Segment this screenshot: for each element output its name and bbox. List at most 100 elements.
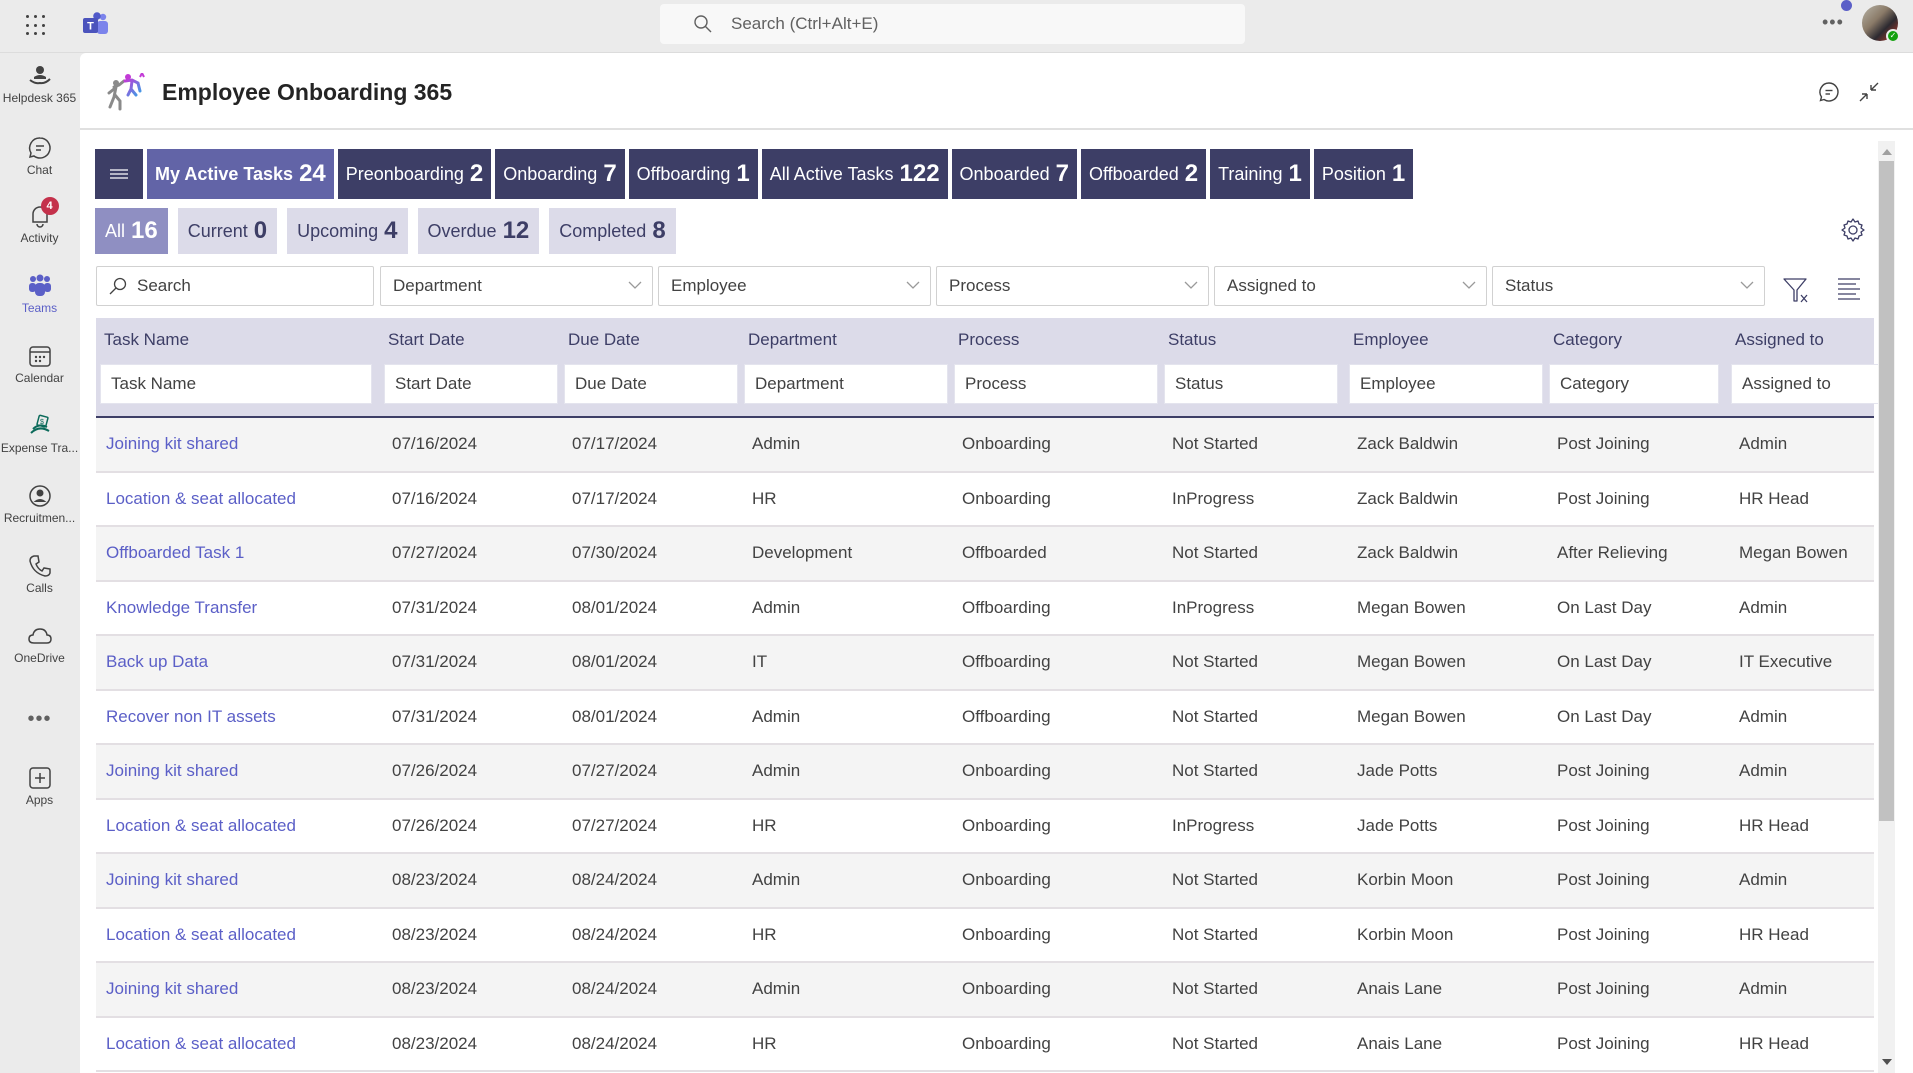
- table-row[interactable]: Joining kit shared 08/23/2024 08/24/2024 Ad…: [96, 854, 1874, 909]
- column-header-due-date[interactable]: Due Date: [568, 330, 640, 350]
- gear-icon[interactable]: [1839, 216, 1867, 244]
- sidebar-item-calls[interactable]: Calls: [0, 553, 79, 595]
- subtab-current[interactable]: Current 0: [177, 208, 278, 254]
- table-row[interactable]: Location & seat allocated 07/26/2024 07/27…: [96, 799, 1874, 854]
- subtab-label: Overdue: [427, 220, 497, 241]
- search-input[interactable]: Search: [96, 266, 374, 306]
- task-link[interactable]: Location & seat allocated: [106, 800, 296, 852]
- notification-dot: [1841, 0, 1852, 11]
- sidebar-item-activity[interactable]: 4 Activity: [0, 197, 79, 245]
- menu-button[interactable]: [95, 149, 143, 199]
- task-link[interactable]: Knowledge Transfer: [106, 582, 257, 634]
- tab-position[interactable]: Position 1: [1313, 149, 1414, 199]
- more-apps-icon[interactable]: •••: [0, 708, 79, 731]
- column-filter-process[interactable]: Process: [954, 364, 1158, 404]
- sidebar-item-teams[interactable]: Teams: [0, 273, 79, 315]
- scroll-up-arrow-icon[interactable]: [1882, 149, 1892, 155]
- task-link[interactable]: Joining kit shared: [106, 418, 238, 470]
- task-link[interactable]: Location & seat allocated: [106, 473, 296, 525]
- tab-offboarded[interactable]: Offboarded 2: [1080, 149, 1207, 199]
- department-dropdown[interactable]: Department: [380, 266, 653, 306]
- subtab-upcoming[interactable]: Upcoming 4: [287, 208, 408, 254]
- table-row[interactable]: Joining kit shared 07/16/2024 07/17/2024 Ad…: [96, 418, 1874, 473]
- cell-start-date: 07/31/2024: [392, 706, 478, 726]
- tab-onboarded[interactable]: Onboarded 7: [951, 149, 1077, 199]
- table-row[interactable]: Knowledge Transfer 07/31/2024 08/01/2024 Ad…: [96, 581, 1874, 636]
- tab-my-active-tasks[interactable]: My Active Tasks 24: [147, 149, 334, 199]
- assigned-to-dropdown[interactable]: Assigned to: [1214, 266, 1487, 306]
- tab-onboarding[interactable]: Onboarding 7: [495, 149, 625, 199]
- sidebar-item-helpdesk[interactable]: Helpdesk 365: [0, 63, 79, 105]
- column-filter-status[interactable]: Status: [1164, 364, 1338, 404]
- employee-dropdown[interactable]: Employee: [658, 266, 931, 306]
- table-row[interactable]: Joining kit shared 08/23/2024 08/24/2024 Ad…: [96, 963, 1874, 1018]
- avatar[interactable]: ✓: [1862, 5, 1900, 43]
- task-link[interactable]: Joining kit shared: [106, 745, 238, 797]
- column-filter-due-date[interactable]: Due Date: [564, 364, 738, 404]
- scroll-down-arrow-icon[interactable]: [1882, 1059, 1892, 1065]
- column-filter-assigned-to[interactable]: Assigned to: [1731, 364, 1881, 404]
- cell-status: Not Started: [1172, 761, 1258, 780]
- sidebar-item-label: Helpdesk 365: [2, 91, 77, 105]
- subtab-all[interactable]: All 16: [95, 208, 168, 254]
- sidebar-item-chat[interactable]: Chat: [0, 135, 79, 177]
- more-icon[interactable]: •••: [1822, 12, 1844, 33]
- column-options-icon[interactable]: [1836, 275, 1862, 301]
- hamburger-icon: [110, 169, 128, 179]
- table-row[interactable]: Recover non IT assets 07/31/2024 08/01/202…: [96, 690, 1874, 745]
- subtab-overdue[interactable]: Overdue 12: [417, 208, 540, 254]
- cell-due-date: 07/27/2024: [572, 761, 658, 780]
- task-link[interactable]: Recover non IT assets: [106, 691, 276, 743]
- cell-employee: Korbin Moon: [1357, 870, 1454, 889]
- sidebar-item-apps[interactable]: Apps: [0, 765, 79, 807]
- column-filter-task-name[interactable]: Task Name: [100, 364, 372, 404]
- sidebar-item-recruitment[interactable]: Recruitmen...: [0, 483, 79, 525]
- task-link[interactable]: Back up Data: [106, 636, 208, 688]
- column-header-category[interactable]: Category: [1553, 330, 1622, 350]
- column-header-department[interactable]: Department: [748, 330, 837, 350]
- table-row[interactable]: Location & seat allocated 07/16/2024 07/17…: [96, 472, 1874, 527]
- cell-start-date: 07/26/2024: [392, 815, 478, 835]
- cell-status: Not Started: [1172, 979, 1258, 998]
- tab-preonboarding[interactable]: Preonboarding 2: [337, 149, 492, 199]
- table-row[interactable]: Offboarded Task 1 07/27/2024 07/30/2024 Dev…: [96, 527, 1874, 582]
- table-row[interactable]: Back up Data 07/31/2024 08/01/2024 IT Offboa…: [96, 636, 1874, 691]
- column-header-status[interactable]: Status: [1168, 330, 1216, 350]
- collapse-icon[interactable]: [1857, 80, 1881, 104]
- tab-all-active-tasks[interactable]: All Active Tasks 122: [761, 149, 948, 199]
- task-link[interactable]: Location & seat allocated: [106, 909, 296, 961]
- sidebar-item-onedrive[interactable]: OneDrive: [0, 623, 79, 665]
- app-launcher-icon[interactable]: [26, 15, 48, 37]
- column-header-start-date[interactable]: Start Date: [388, 330, 465, 350]
- sidebar-item-calendar[interactable]: Calendar: [0, 343, 79, 385]
- process-dropdown[interactable]: Process: [936, 266, 1209, 306]
- global-search-input[interactable]: Search (Ctrl+Alt+E): [660, 4, 1245, 44]
- cell-due-date: 08/24/2024: [572, 870, 658, 889]
- status-dropdown[interactable]: Status: [1492, 266, 1765, 306]
- vertical-scrollbar[interactable]: [1878, 141, 1895, 1073]
- column-header-employee[interactable]: Employee: [1353, 330, 1429, 350]
- column-filter-employee[interactable]: Employee: [1349, 364, 1543, 404]
- task-link[interactable]: Offboarded Task 1: [106, 527, 244, 579]
- tab-offboarding[interactable]: Offboarding 1: [628, 149, 758, 199]
- table-row[interactable]: Location & seat allocated 08/23/2024 08/24…: [96, 908, 1874, 963]
- scrollbar-thumb[interactable]: [1879, 161, 1894, 821]
- column-header-assigned-to[interactable]: Assigned to: [1735, 330, 1824, 350]
- clear-filter-icon[interactable]: [1782, 275, 1812, 305]
- column-filter-category[interactable]: Category: [1549, 364, 1719, 404]
- sidebar-item-expense-tracker[interactable]: $ Expense Tra...: [0, 413, 79, 455]
- table-row[interactable]: Joining kit shared 07/26/2024 07/27/2024 Ad…: [96, 745, 1874, 800]
- task-link[interactable]: Joining kit shared: [106, 854, 238, 906]
- table-row[interactable]: Location & seat allocated 08/23/2024 08/24…: [96, 1017, 1874, 1072]
- column-filter-department[interactable]: Department: [744, 364, 948, 404]
- chat-icon[interactable]: [1817, 80, 1841, 104]
- task-link[interactable]: Joining kit shared: [106, 963, 238, 1015]
- column-header-task-name[interactable]: Task Name: [104, 330, 189, 350]
- task-link[interactable]: Location & seat allocated: [106, 1018, 296, 1070]
- column-filter-start-date[interactable]: Start Date: [384, 364, 558, 404]
- subtab-completed[interactable]: Completed 8: [549, 208, 676, 254]
- tab-training[interactable]: Training 1: [1210, 149, 1310, 199]
- column-header-process[interactable]: Process: [958, 330, 1019, 350]
- recruitment-icon: [28, 485, 51, 507]
- cell-status: Not Started: [1172, 1033, 1258, 1053]
